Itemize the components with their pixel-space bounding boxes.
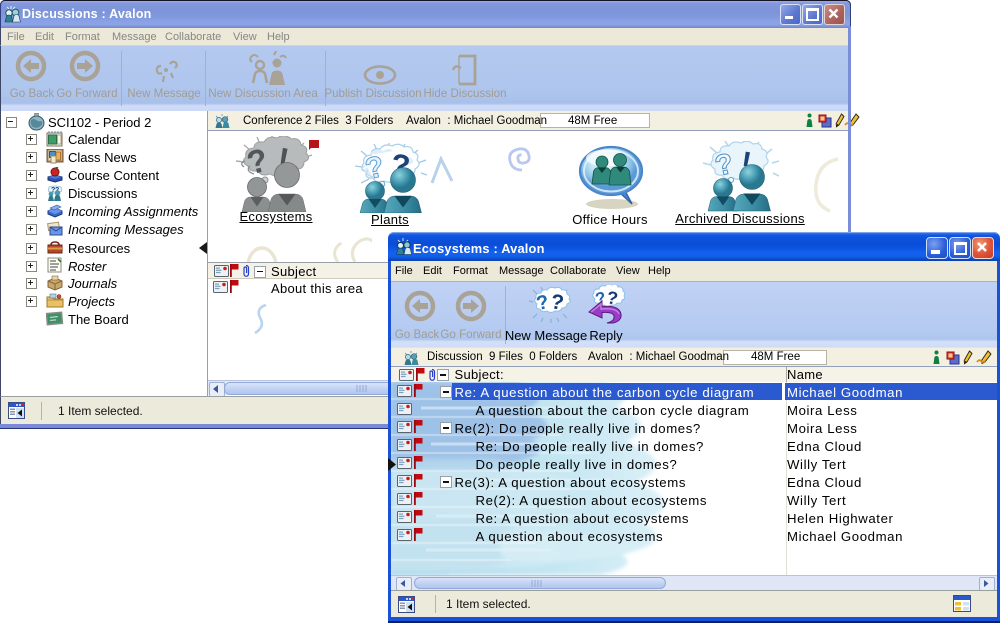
svg-text:?: ? — [605, 287, 619, 309]
svg-text:?: ? — [549, 290, 566, 315]
